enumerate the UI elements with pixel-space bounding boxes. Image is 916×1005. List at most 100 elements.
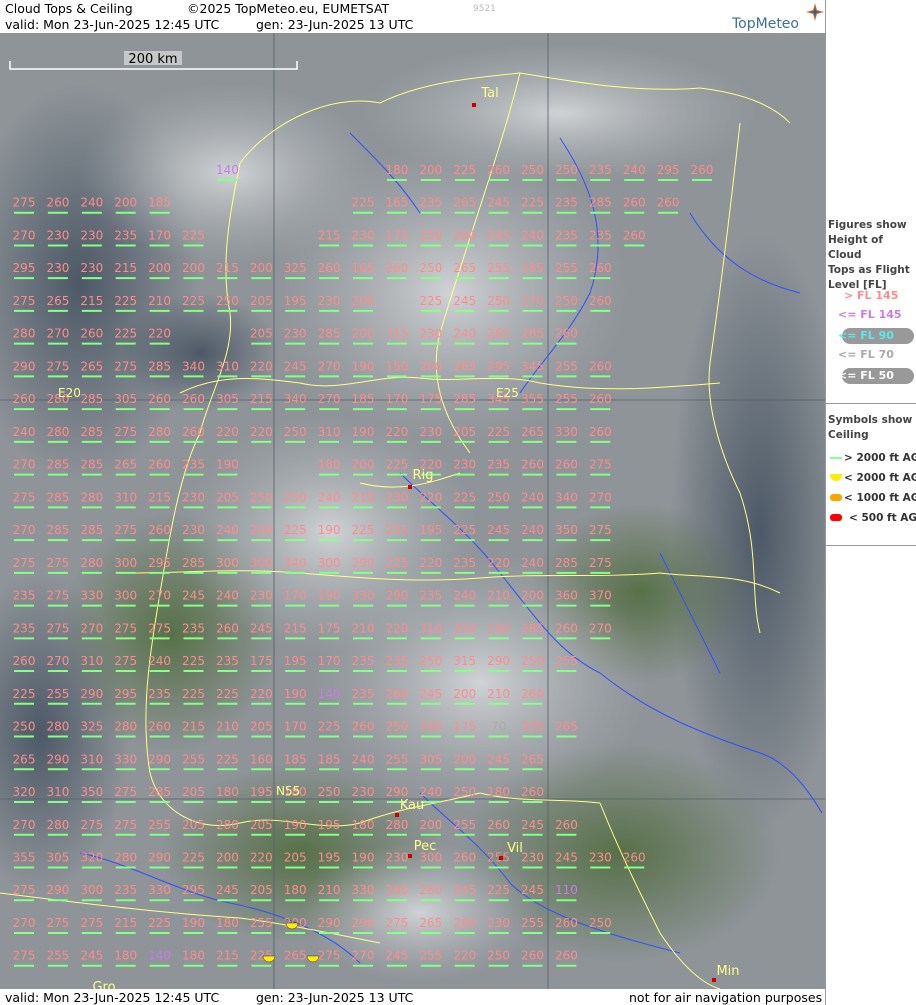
ceiling-item-below-500: < 500 ft AGL bbox=[849, 512, 916, 524]
cloud-top-value: 270 bbox=[13, 818, 36, 832]
cloud-top-value: 230 bbox=[318, 294, 341, 308]
ceiling-heading-line: Ceiling bbox=[828, 429, 869, 441]
cloud-top-value: 270 bbox=[80, 621, 103, 635]
city-label: Kau bbox=[400, 798, 425, 813]
map-title: Cloud Tops & Ceiling bbox=[5, 1, 133, 16]
legend-item-fl145: <= FL 145 bbox=[838, 308, 902, 321]
cloud-top-value: 205 bbox=[453, 425, 476, 439]
city-dot bbox=[408, 854, 412, 858]
cloud-top-value: 310 bbox=[114, 490, 137, 504]
cloud-top-value: 345 bbox=[521, 359, 544, 373]
cloud-top-value: 250 bbox=[487, 490, 510, 504]
cloud-top-value: 210 bbox=[352, 621, 375, 635]
cloud-top-value: 240 bbox=[148, 654, 171, 668]
cloud-top-value: 260 bbox=[623, 850, 646, 864]
cloud-top-value: 260 bbox=[385, 883, 408, 897]
cloud-top-value: 180 bbox=[318, 458, 341, 472]
cloud-top-value: 265 bbox=[487, 327, 510, 341]
cloud-top-value: 275 bbox=[46, 556, 69, 570]
cloud-top-value: 225 bbox=[487, 425, 510, 439]
cloud-top-value: 205 bbox=[182, 785, 205, 799]
cloud-top-value: 190 bbox=[182, 916, 205, 930]
cloud-top-value: 225 bbox=[114, 327, 137, 341]
city-label: Tal bbox=[480, 86, 498, 101]
footer-bar: valid: Mon 23-Jun-2025 12:45 UTC gen: 23… bbox=[0, 989, 825, 1005]
cloud-top-value: 220 bbox=[453, 949, 476, 963]
cloud-top-value: 240 bbox=[453, 327, 476, 341]
cloud-top-value: 290 bbox=[352, 556, 375, 570]
graticule-label: E20 bbox=[58, 386, 81, 400]
cloud-top-value: 265 bbox=[555, 720, 578, 734]
cloud-top-value: 260 bbox=[148, 720, 171, 734]
cloud-top-value: 265 bbox=[521, 752, 544, 766]
cloud-top-value: 260 bbox=[657, 196, 680, 210]
cloud-top-value: 255 bbox=[521, 916, 544, 930]
cloud-top-value: 180 bbox=[385, 163, 408, 177]
cloud-top-value: 215 bbox=[250, 392, 273, 406]
ceiling-item-below-2000: < 2000 ft AGL bbox=[844, 472, 916, 484]
cloud-top-value: 260 bbox=[453, 850, 476, 864]
ceiling-heading-line: Symbols show bbox=[828, 414, 913, 426]
map-code: 9521 bbox=[473, 4, 496, 14]
cloud-top-value: 285 bbox=[148, 785, 171, 799]
cloud-top-value: 310 bbox=[419, 621, 442, 635]
cloud-top-value: 70 bbox=[491, 720, 506, 734]
city-label: Min bbox=[716, 964, 739, 979]
cloud-top-value: 230 bbox=[419, 425, 442, 439]
cloud-top-value: 240 bbox=[318, 490, 341, 504]
cloud-top-value: 290 bbox=[46, 752, 69, 766]
cloud-top-value: 275 bbox=[46, 916, 69, 930]
cloud-top-value: 140 bbox=[148, 949, 171, 963]
legend-item-fl50: <= FL 50 bbox=[838, 369, 894, 382]
cloud-top-value: 355 bbox=[521, 392, 544, 406]
cloud-top-value: 320 bbox=[80, 850, 103, 864]
cloud-top-value: 235 bbox=[453, 556, 476, 570]
cloud-top-value: 160 bbox=[250, 752, 273, 766]
ceiling-swatch-above-2000 bbox=[830, 457, 842, 459]
cloud-top-value: 275 bbox=[80, 818, 103, 832]
cloud-top-value: 260 bbox=[555, 949, 578, 963]
cloud-top-value: 265 bbox=[46, 294, 69, 308]
cloud-top-value: 275 bbox=[13, 556, 36, 570]
cloud-top-value: 280 bbox=[46, 720, 69, 734]
cloud-top-value: 355 bbox=[13, 850, 36, 864]
cloud-top-value: 330 bbox=[555, 425, 578, 439]
cloud-top-value: 275 bbox=[114, 359, 137, 373]
cloud-top-value: 165 bbox=[352, 261, 375, 275]
cloud-top-value: 180 bbox=[216, 785, 239, 799]
cloud-top-value: 275 bbox=[114, 818, 137, 832]
cloud-top-value: 245 bbox=[182, 589, 205, 603]
cloud-top-value: 260 bbox=[487, 818, 510, 832]
cloud-top-value: 220 bbox=[250, 425, 273, 439]
cloud-top-value: 200 bbox=[419, 818, 442, 832]
cloud-top-value: 275 bbox=[114, 785, 137, 799]
cloud-top-value: 245 bbox=[487, 228, 510, 242]
cloud-top-value: 190 bbox=[318, 589, 341, 603]
cloud-top-value: 235 bbox=[419, 196, 442, 210]
cloud-top-value: 220 bbox=[385, 621, 408, 635]
cloud-top-value: 275 bbox=[114, 425, 137, 439]
cloud-top-value: 245 bbox=[487, 196, 510, 210]
cloud-top-value: 225 bbox=[352, 523, 375, 537]
cloud-top-value: 210 bbox=[352, 490, 375, 504]
cloud-top-value: 260 bbox=[521, 687, 544, 701]
cloud-top-value: 180 bbox=[352, 818, 375, 832]
cloud-top-value: 205 bbox=[250, 294, 273, 308]
footer-valid-time: valid: Mon 23-Jun-2025 12:45 UTC bbox=[5, 990, 220, 1005]
cloud-top-value: 295 bbox=[419, 720, 442, 734]
cloud-top-value: 190 bbox=[352, 850, 375, 864]
cloud-top-value: 185 bbox=[284, 752, 307, 766]
cloud-top-value: 220 bbox=[250, 359, 273, 373]
cloud-top-value: 245 bbox=[453, 883, 476, 897]
cloud-top-value: 250 bbox=[589, 916, 612, 930]
cloud-top-value: 250 bbox=[453, 621, 476, 635]
cloud-top-value: 225 bbox=[114, 294, 137, 308]
city-dot bbox=[408, 485, 412, 489]
cloud-top-value: 240 bbox=[521, 556, 544, 570]
cloud-top-value: 290 bbox=[148, 850, 171, 864]
cloud-top-value: 260 bbox=[623, 196, 646, 210]
cloud-top-value: 310 bbox=[318, 425, 341, 439]
cloud-top-value: 255 bbox=[453, 818, 476, 832]
cloud-top-value: 350 bbox=[555, 523, 578, 537]
cloud-top-value: 220 bbox=[419, 490, 442, 504]
